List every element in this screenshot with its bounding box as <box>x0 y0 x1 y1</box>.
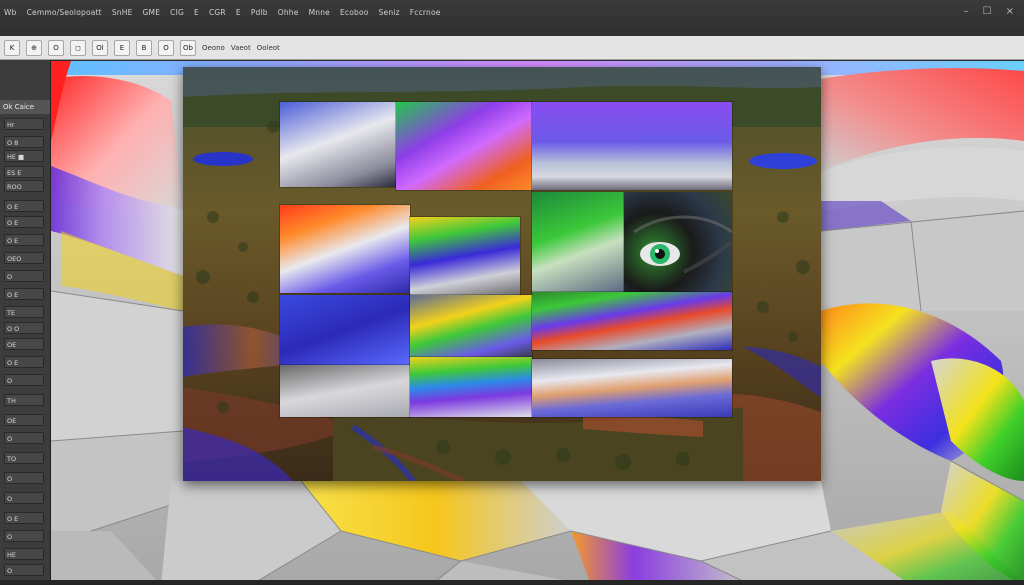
tool-button[interactable]: TE <box>4 306 44 318</box>
maximize-icon[interactable]: ☐ <box>983 6 992 17</box>
collage-tile[interactable] <box>624 192 732 292</box>
tool-button[interactable]: O <box>4 492 44 504</box>
options-label[interactable]: Ooleot <box>257 44 280 52</box>
tool-button[interactable]: OE <box>4 414 44 426</box>
collage-tile[interactable] <box>280 295 410 365</box>
options-button[interactable]: ⊕ <box>26 39 42 56</box>
options-button[interactable]: E <box>114 39 130 56</box>
tool-button[interactable]: TO <box>4 452 44 464</box>
canvas-area[interactable] <box>51 61 1024 585</box>
menu-item[interactable]: Wb <box>4 8 17 17</box>
menu-item[interactable]: Ohhe <box>278 8 299 17</box>
collage-tile[interactable] <box>532 359 732 417</box>
options-bar: K ⊕ O ◻ Ol E B O Ob Oeono Vaeot Ooleot <box>0 36 1024 60</box>
tool-button[interactable]: O <box>4 374 44 386</box>
collage-tile[interactable] <box>280 365 410 417</box>
tool-button[interactable]: O E <box>4 288 44 300</box>
tool-panel: Ok Caice Hr O 8 HE ■ ES E ROO O E O E O … <box>0 60 51 580</box>
tool-button[interactable]: O E <box>4 216 44 228</box>
menu-item[interactable]: SnHE <box>112 8 133 17</box>
tool-button[interactable]: O E <box>4 356 44 368</box>
photo-editor-window: Wb Cemmo/Seolopoatt SnHE GME CIG E CGR E… <box>0 0 1024 585</box>
options-button[interactable]: ◻ <box>70 39 86 56</box>
collage-tile[interactable] <box>532 102 732 190</box>
tool-button[interactable]: OE <box>4 338 44 350</box>
tool-button[interactable]: O <box>4 564 44 576</box>
options-button[interactable]: O <box>48 39 64 56</box>
menu-item[interactable]: Ecoboo <box>340 8 369 17</box>
options-button[interactable]: Ob <box>180 39 196 56</box>
collage-tile[interactable] <box>396 102 532 190</box>
menu-item[interactable]: GME <box>143 8 161 17</box>
tool-button[interactable]: O E <box>4 200 44 212</box>
tool-button[interactable]: Hr <box>4 118 44 130</box>
tool-button[interactable]: O <box>4 472 44 484</box>
menu-item[interactable]: Cemmo/Seolopoatt <box>27 8 102 17</box>
menu-item[interactable]: CGR <box>209 8 226 17</box>
tool-button[interactable]: O 8 <box>4 136 44 148</box>
collage-tile[interactable] <box>532 292 732 350</box>
menu-item[interactable]: CIG <box>170 8 184 17</box>
menu-item[interactable]: Seniz <box>379 8 400 17</box>
menu-item[interactable]: E <box>194 8 199 17</box>
menu-item[interactable]: Mnne <box>309 8 330 17</box>
tool-panel-tab[interactable]: Ok Caice <box>0 100 50 114</box>
tool-button[interactable]: O E <box>4 512 44 524</box>
tool-button[interactable]: O <box>4 270 44 282</box>
collage-tile[interactable] <box>532 192 624 292</box>
tool-button[interactable]: O E <box>4 234 44 246</box>
tool-button[interactable]: HE ■ <box>4 150 44 162</box>
eye-artwork <box>633 215 732 274</box>
window-controls: – ☐ × <box>964 6 1014 17</box>
options-button[interactable]: O <box>158 39 174 56</box>
collage-tile[interactable] <box>410 295 532 357</box>
menu-list: Wb Cemmo/Seolopoatt SnHE GME CIG E CGR E… <box>4 8 441 17</box>
tool-button[interactable]: HE <box>4 548 44 560</box>
collage-tile[interactable] <box>280 205 410 293</box>
menu-item[interactable]: E <box>236 8 241 17</box>
tool-button[interactable]: TH <box>4 394 44 406</box>
tool-button[interactable]: O <box>4 530 44 542</box>
minimize-icon[interactable]: – <box>964 6 969 17</box>
collage-tile[interactable] <box>410 217 520 295</box>
menu-bar: Wb Cemmo/Seolopoatt SnHE GME CIG E CGR E… <box>0 0 1024 37</box>
options-button[interactable]: B <box>136 39 152 56</box>
collage-tile[interactable] <box>280 102 396 187</box>
menu-item[interactable]: Fccrnoe <box>410 8 441 17</box>
close-icon[interactable]: × <box>1006 6 1014 17</box>
document-canvas[interactable] <box>183 67 821 481</box>
tool-button[interactable]: OEO <box>4 252 44 264</box>
tool-button[interactable]: O O <box>4 322 44 334</box>
tool-button[interactable]: O <box>4 432 44 444</box>
options-label[interactable]: Vaeot <box>231 44 251 52</box>
tool-button[interactable]: ROO <box>4 180 44 192</box>
options-label[interactable]: Oeono <box>202 44 225 52</box>
options-button[interactable]: K <box>4 39 20 56</box>
tool-button[interactable]: ES E <box>4 166 44 178</box>
status-bar <box>0 580 1024 585</box>
collage-tile[interactable] <box>410 357 532 417</box>
options-button[interactable]: Ol <box>92 39 108 56</box>
menu-item[interactable]: Pdlb <box>251 8 268 17</box>
